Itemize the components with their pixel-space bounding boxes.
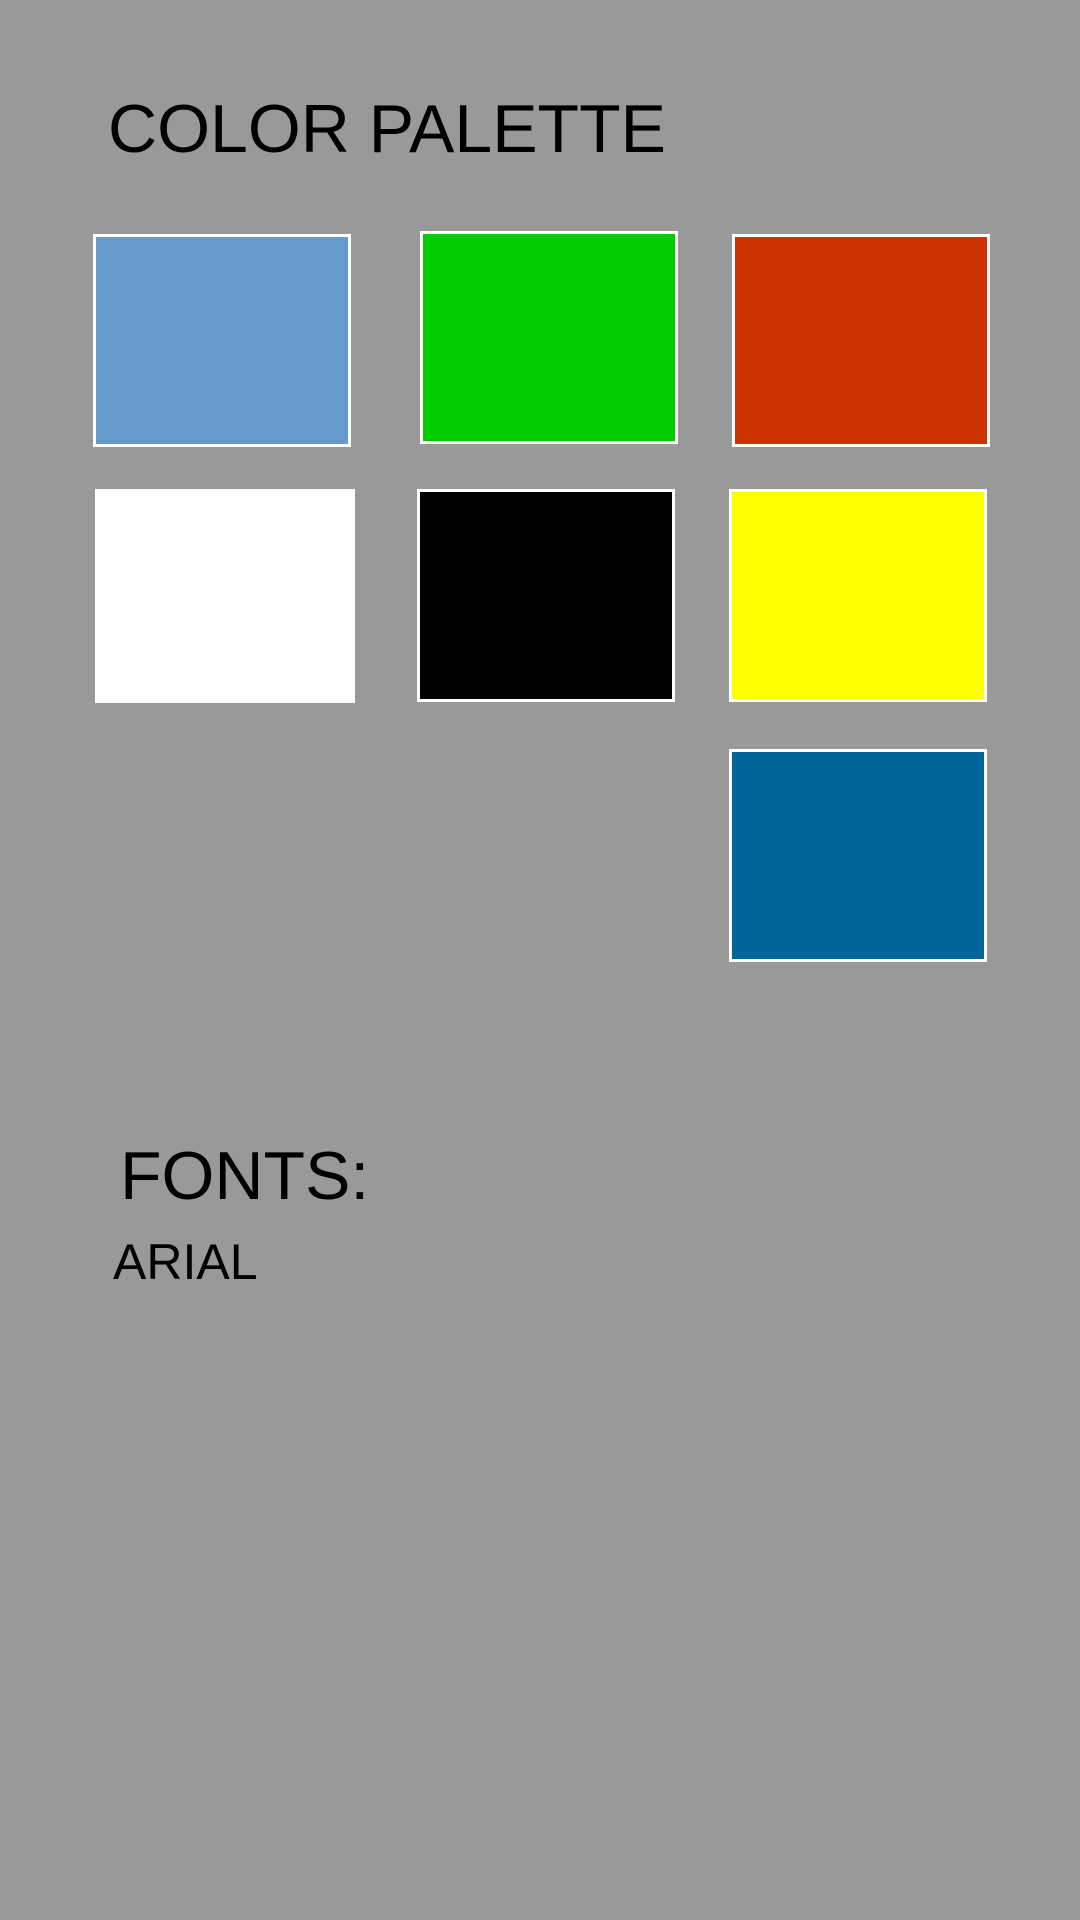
fonts-heading: FONTS: xyxy=(120,1138,370,1214)
color-swatch-dark-blue xyxy=(729,749,987,962)
color-swatch-green xyxy=(420,231,678,444)
color-swatch-white xyxy=(95,489,355,703)
page-title: COLOR PALETTE xyxy=(108,91,666,167)
color-swatch-black xyxy=(417,489,675,702)
color-swatch-red-orange xyxy=(732,234,990,447)
font-name-label: ARIAL xyxy=(113,1234,258,1290)
color-swatch-light-blue xyxy=(93,234,351,447)
color-swatch-yellow xyxy=(729,489,987,702)
